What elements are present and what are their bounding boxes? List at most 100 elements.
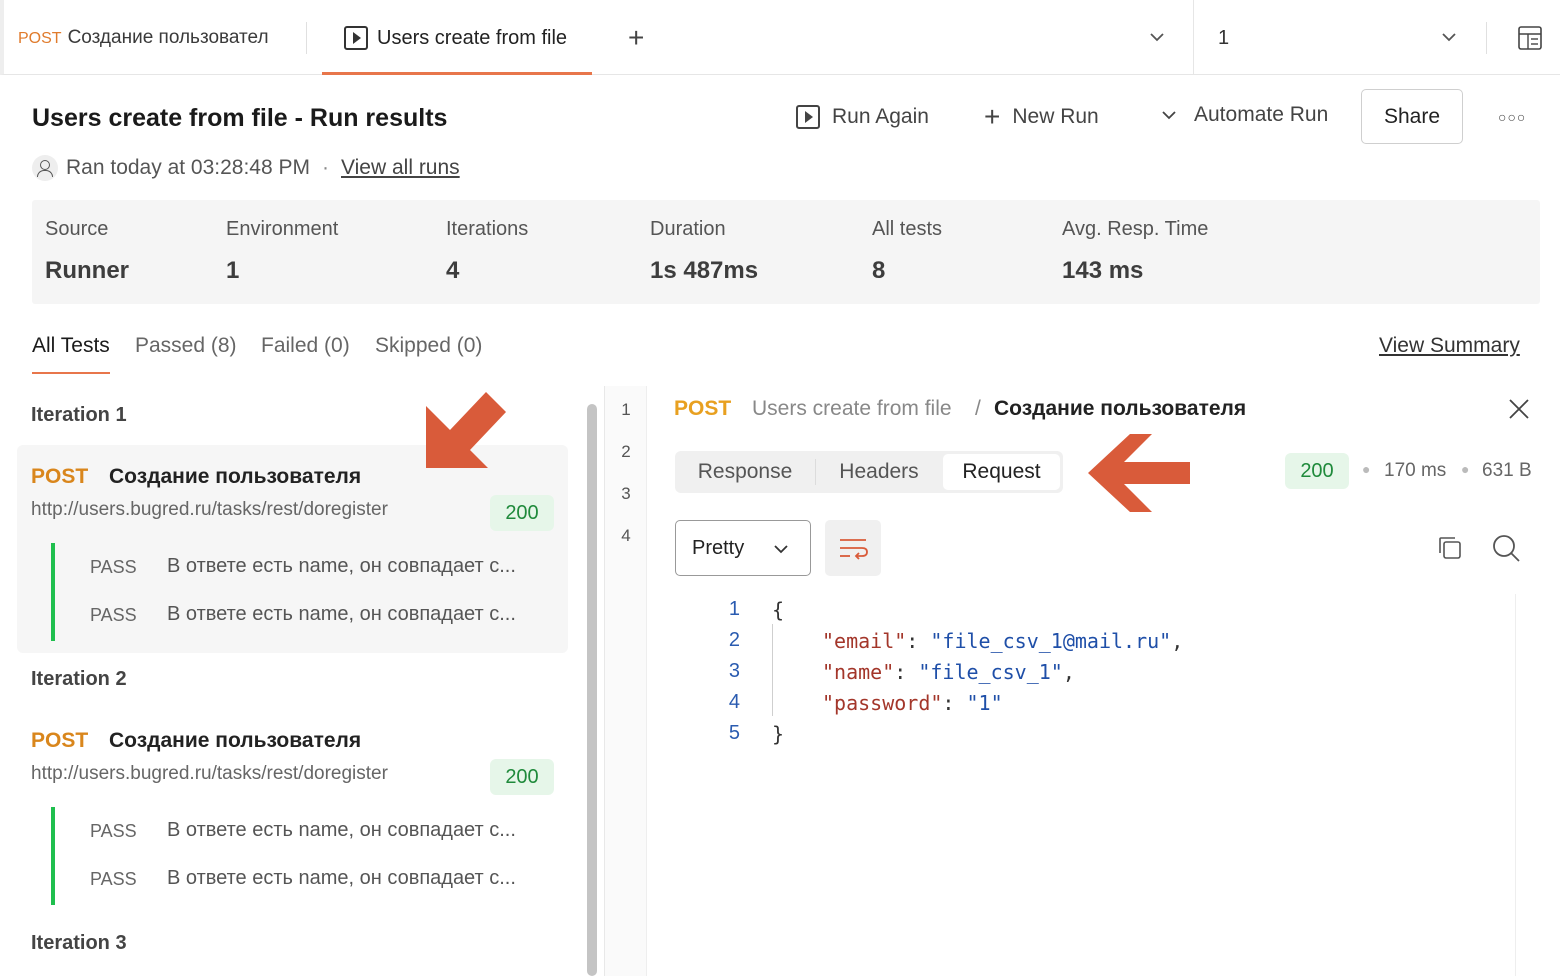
format-select[interactable]: Pretty xyxy=(675,520,811,576)
stat-value: 4 xyxy=(446,257,460,284)
tab-headers[interactable]: Headers xyxy=(816,451,942,493)
json-key: "email" xyxy=(822,629,907,653)
status-badge: 200 xyxy=(1285,453,1349,489)
automate-run-button[interactable]: Automate Run xyxy=(1160,103,1328,127)
test-status: PASS xyxy=(90,821,137,841)
tab-request[interactable]: Request xyxy=(943,454,1060,490)
test-status: PASS xyxy=(90,605,137,625)
stat-label: Avg. Resp. Time xyxy=(1062,218,1209,240)
tab-passed[interactable]: Passed (8) xyxy=(135,334,237,358)
test-status: PASS xyxy=(90,557,137,577)
request-url: http://users.bugred.ru/tasks/rest/doregi… xyxy=(31,499,388,520)
code-line: "name": "file_csv_1", xyxy=(822,660,1075,692)
tab-all-tests[interactable]: All Tests xyxy=(32,334,110,374)
format-select-label: Pretty xyxy=(692,536,745,559)
environment-selector[interactable]: 1 xyxy=(1218,27,1229,50)
view-all-runs-link[interactable]: View all runs xyxy=(341,156,460,180)
iteration-number[interactable]: 3 xyxy=(605,484,647,504)
stat-duration: Duration 1s 487ms xyxy=(650,218,758,285)
tab-runner-results[interactable]: Users create from file xyxy=(322,0,592,75)
request-url: http://users.bugred.ru/tasks/rest/doregi… xyxy=(31,763,388,784)
stat-value: 1s 487ms xyxy=(650,257,759,284)
iteration-gutter: 1 2 3 4 xyxy=(605,386,647,976)
more-options-icon[interactable]: ○○○ xyxy=(1498,109,1526,125)
automate-run-label: Automate Run xyxy=(1194,103,1329,126)
test-name: В ответе есть name, он совпадает с... xyxy=(167,867,516,889)
annotation-arrow xyxy=(426,392,506,468)
plus-icon: + xyxy=(984,101,1001,132)
separator-dot: ● xyxy=(1461,461,1470,477)
wrap-lines-icon xyxy=(840,539,868,560)
chevron-down-icon[interactable] xyxy=(1440,28,1458,46)
close-icon[interactable] xyxy=(1507,397,1531,421)
json-key: "password" xyxy=(822,691,943,715)
run-info: Ran today at 03:28:48 PM · View all runs xyxy=(32,155,460,181)
code-brace: { xyxy=(772,598,785,622)
request-result-card[interactable]: POST Создание пользователя http://users.… xyxy=(17,445,568,653)
json-value: "file_csv_1" xyxy=(918,660,1063,684)
response-time: 170 ms xyxy=(1384,460,1447,481)
iteration-number[interactable]: 1 xyxy=(605,400,647,420)
chevron-down-icon xyxy=(1162,111,1176,120)
stat-iterations: Iterations 4 xyxy=(446,218,528,285)
request-name: Создание пользователя xyxy=(109,729,362,752)
stat-value: Runner xyxy=(45,257,129,284)
detail-method: POST xyxy=(674,397,732,420)
line-number: 5 xyxy=(728,722,740,744)
iteration-heading: Iteration 3 xyxy=(31,932,127,954)
stat-label: All tests xyxy=(872,218,943,240)
pass-indicator xyxy=(51,543,55,641)
stat-label: Iterations xyxy=(446,218,529,240)
tab-create-user[interactable]: POST Создание пользовател xyxy=(18,27,280,49)
stat-label: Source xyxy=(45,218,109,240)
search-icon[interactable] xyxy=(1491,533,1521,563)
stat-label: Duration xyxy=(650,218,726,240)
divider xyxy=(1486,22,1487,54)
stat-environment: Environment 1 xyxy=(226,218,338,285)
iteration-number[interactable]: 4 xyxy=(605,526,647,546)
scrollbar[interactable] xyxy=(587,404,597,976)
breadcrumb-collection[interactable]: Users create from file xyxy=(752,397,952,421)
new-tab-button[interactable]: + xyxy=(628,23,644,53)
pass-indicator xyxy=(51,807,55,905)
tab-skipped[interactable]: Skipped (0) xyxy=(375,334,482,358)
stat-source: Source Runner xyxy=(45,218,129,285)
tab-divider xyxy=(306,22,307,54)
stat-label: Environment xyxy=(226,218,339,240)
request-method: POST xyxy=(31,729,89,752)
stat-value: 8 xyxy=(872,257,886,284)
separator-dot: · xyxy=(322,156,329,179)
code-line: "password": "1" xyxy=(822,691,1003,723)
test-status: PASS xyxy=(90,869,137,889)
run-again-label: Run Again xyxy=(832,105,929,128)
status-badge: 200 xyxy=(490,495,554,531)
iteration-number[interactable]: 2 xyxy=(605,442,647,462)
iteration-heading: Iteration 1 xyxy=(31,404,127,426)
tab-response[interactable]: Response xyxy=(675,451,815,493)
json-key: "name" xyxy=(822,660,895,684)
environment-quick-look-icon[interactable] xyxy=(1516,24,1544,52)
json-colon: : xyxy=(906,629,931,653)
avatar xyxy=(32,155,58,181)
tab-failed[interactable]: Failed (0) xyxy=(261,334,350,358)
new-run-button[interactable]: + New Run xyxy=(984,103,1099,131)
test-name: В ответе есть name, он совпадает с... xyxy=(167,555,516,577)
play-icon xyxy=(344,26,368,50)
stat-value: 1 xyxy=(226,257,240,284)
tab-label: Users create from file xyxy=(377,27,568,49)
tab-method: POST xyxy=(18,30,62,47)
share-button[interactable]: Share xyxy=(1361,89,1463,144)
json-value: "file_csv_1@mail.ru" xyxy=(930,629,1172,653)
request-method: POST xyxy=(31,465,89,488)
wrap-lines-button[interactable] xyxy=(825,520,881,576)
request-result-card[interactable]: POST Создание пользователя http://users.… xyxy=(17,709,568,917)
copy-icon[interactable] xyxy=(1436,534,1464,562)
view-summary-link[interactable]: View Summary xyxy=(1379,334,1520,358)
line-number: 3 xyxy=(728,660,740,682)
chevron-down-icon[interactable] xyxy=(1148,28,1166,46)
code-brace: } xyxy=(772,722,785,746)
run-again-button[interactable]: Run Again xyxy=(796,103,929,131)
breadcrumb-request: Создание пользователя xyxy=(994,397,1247,420)
divider xyxy=(1193,0,1194,75)
code-line: "email": "file_csv_1@mail.ru", xyxy=(822,629,1183,661)
